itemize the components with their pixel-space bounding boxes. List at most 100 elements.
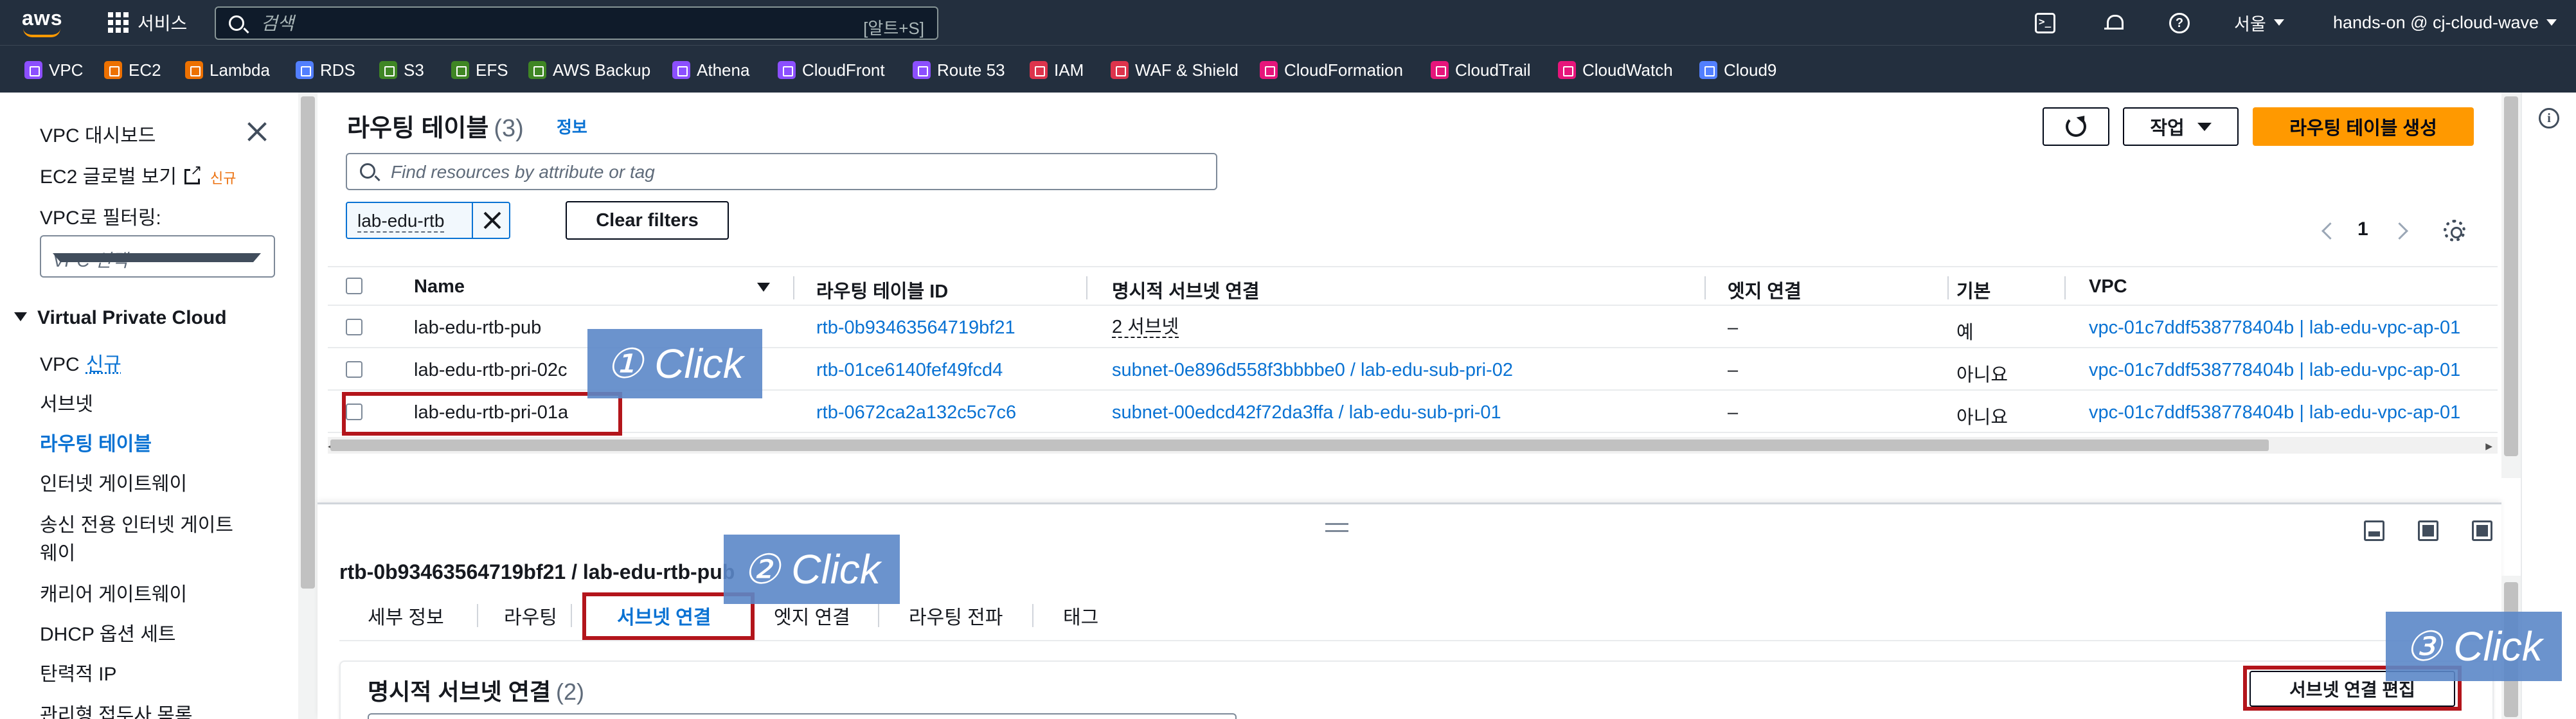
global-search[interactable]: [알트+S]: [215, 6, 938, 40]
favorite-vpc[interactable]: VPC: [24, 60, 83, 80]
column-divider[interactable]: [1704, 276, 1706, 299]
resource-filter[interactable]: [346, 153, 1217, 190]
global-search-input[interactable]: [261, 12, 839, 36]
favorite-route53[interactable]: Route 53: [913, 60, 1005, 80]
table-horizontal-scrollbar[interactable]: ◀ ▶: [328, 437, 2498, 454]
panel-side-icon[interactable]: [2418, 520, 2438, 541]
column-divider[interactable]: [2064, 276, 2066, 299]
column-header-vpc[interactable]: VPC: [2089, 276, 2127, 297]
sidebar-item-internet-gateways[interactable]: 인터넷 게이트웨이: [40, 468, 187, 496]
favorite-aws-backup[interactable]: AWS Backup: [528, 60, 650, 80]
split-panel-resize-handle[interactable]: [1325, 523, 1348, 532]
sort-icon[interactable]: [1054, 283, 1066, 291]
column-header-explicit-subnets[interactable]: 명시적 서브넷 연결: [1112, 276, 1260, 303]
vpc-filter-select[interactable]: VPC 선택: [40, 235, 275, 278]
gear-icon[interactable]: [2444, 220, 2465, 242]
sidebar-item-subnets[interactable]: 서브넷: [40, 388, 93, 416]
column-header-route-table-id[interactable]: 라우팅 테이블 ID: [816, 276, 948, 303]
panel-maximize-icon[interactable]: [2472, 520, 2492, 541]
sidebar-item-elastic-ips[interactable]: 탄력적 IP: [40, 658, 116, 686]
account-menu[interactable]: hands-on @ cj-cloud-wave: [2333, 0, 2557, 45]
favorite-iam[interactable]: IAM: [1030, 60, 1084, 80]
favorite-cloudtrail[interactable]: CloudTrail: [1431, 60, 1531, 80]
sidebar-item-egress-only-igw-wrap[interactable]: 웨이: [40, 537, 75, 565]
table-header: Name 라우팅 테이블 ID 명시적 서브넷 연결 엣지 연결 기본 VPC: [328, 266, 2498, 306]
tab-route-propagation[interactable]: 라우팅 전파: [909, 601, 1003, 630]
explicit-subnets-value[interactable]: 2 서브넷: [1112, 317, 1179, 338]
help-icon[interactable]: ?: [2169, 13, 2190, 33]
route-table-id-link[interactable]: rtb-0672ca2a132c5c7c6: [816, 402, 1016, 423]
refresh-button[interactable]: [2043, 107, 2109, 146]
favorite-s3[interactable]: S3: [379, 60, 424, 80]
tab-routes[interactable]: 라우팅: [504, 601, 557, 630]
vpc-service-icon: [24, 61, 42, 79]
scroll-right-icon[interactable]: ▶: [2485, 441, 2492, 452]
tab-edge-associations[interactable]: 엣지 연결: [774, 601, 850, 630]
explicit-subnets-link[interactable]: subnet-00edcd42f72da3ffa / lab-edu-sub-p…: [1112, 402, 1501, 423]
vpc-link[interactable]: vpc-01c7ddf538778404b | lab-edu-vpc-ap-0…: [2089, 317, 2460, 339]
vpc-link[interactable]: vpc-01c7ddf538778404b | lab-edu-vpc-ap-0…: [2089, 402, 2460, 423]
favorite-waf-shield[interactable]: WAF & Shield: [1111, 60, 1239, 80]
column-header-edge-associations[interactable]: 엣지 연결: [1728, 276, 1802, 303]
favorite-lambda[interactable]: Lambda: [185, 60, 270, 80]
sidebar-item-ec2-global-view[interactable]: EC2 글로벌 보기신규: [40, 161, 237, 189]
notifications-bell-icon[interactable]: [2103, 13, 2124, 33]
sidebar-item-dhcp-option-sets[interactable]: DHCP 옵션 세트: [40, 618, 176, 646]
close-icon[interactable]: [472, 203, 510, 238]
vpc-link[interactable]: vpc-01c7ddf538778404b | lab-edu-vpc-ap-0…: [2089, 360, 2460, 381]
tab-divider: [878, 604, 879, 627]
create-route-table-button[interactable]: 라우팅 테이블 생성: [2253, 107, 2474, 146]
explicit-subnets-link[interactable]: subnet-0e896d558f3bbbbe0 / lab-edu-sub-p…: [1112, 360, 1513, 381]
sidebar-item-egress-only-igw[interactable]: 송신 전용 인터넷 게이트: [40, 509, 233, 537]
row-checkbox[interactable]: [346, 319, 362, 335]
scrollbar-thumb[interactable]: [330, 439, 2269, 451]
favorite-cloudformation[interactable]: CloudFormation: [1260, 60, 1403, 80]
favorite-efs[interactable]: EFS: [451, 60, 508, 80]
sort-desc-icon[interactable]: [757, 283, 770, 292]
actions-button[interactable]: 작업: [2123, 107, 2239, 146]
scrollbar-thumb[interactable]: [301, 96, 315, 589]
sidebar-scrollbar[interactable]: [298, 93, 318, 719]
favorite-athena[interactable]: Athena: [672, 60, 749, 80]
chevron-right-icon[interactable]: [2392, 221, 2409, 244]
column-header-name[interactable]: Name: [414, 276, 465, 297]
favorite-cloudfront[interactable]: CloudFront: [778, 60, 885, 80]
info-link[interactable]: 정보: [557, 114, 587, 138]
panel-bottom-icon[interactable]: [2364, 520, 2384, 541]
route-table-id-link[interactable]: rtb-0b93463564719bf21: [816, 317, 1015, 339]
services-menu-button[interactable]: 서비스: [108, 10, 187, 35]
favorite-rds[interactable]: RDS: [296, 60, 355, 80]
tab-tags[interactable]: 태그: [1063, 601, 1098, 630]
tab-details[interactable]: 세부 정보: [368, 601, 444, 630]
clear-filters-button[interactable]: Clear filters: [566, 201, 729, 240]
page-number[interactable]: 1: [2357, 218, 2368, 242]
scrollbar-thumb[interactable]: [2504, 96, 2518, 456]
subnet-search-input[interactable]: [368, 713, 1237, 719]
favorite-ec2[interactable]: EC2: [104, 60, 161, 80]
select-all-checkbox[interactable]: [346, 278, 362, 294]
row-checkbox[interactable]: [346, 361, 362, 378]
region-selector[interactable]: 서울: [2234, 0, 2284, 45]
column-header-main[interactable]: 기본: [1956, 276, 1990, 303]
sidebar-item-managed-prefix-lists[interactable]: 관리형 접두사 목록: [40, 699, 192, 719]
sidebar-item-route-tables[interactable]: 라우팅 테이블: [40, 428, 152, 456]
cloudshell-icon[interactable]: [2035, 13, 2055, 33]
column-divider[interactable]: [1086, 276, 1087, 299]
sidebar-item-vpc-dashboard[interactable]: VPC 대시보드: [40, 120, 156, 148]
route-table-id-link[interactable]: rtb-01ce6140fef49fcd4: [816, 360, 1003, 381]
sidebar-item-vpc[interactable]: VPC 신규: [40, 348, 121, 377]
info-icon[interactable]: i: [2539, 108, 2559, 129]
close-icon[interactable]: [246, 121, 268, 143]
chevron-left-icon[interactable]: [2319, 221, 2336, 244]
main-vertical-scrollbar[interactable]: [2501, 93, 2521, 478]
favorite-cloud9[interactable]: Cloud9: [1699, 60, 1776, 80]
column-divider[interactable]: [1947, 276, 1949, 299]
favorite-cloudwatch[interactable]: CloudWatch: [1558, 60, 1673, 80]
sidebar-item-carrier-gateways[interactable]: 캐리어 게이트웨이: [40, 578, 187, 607]
caret-down-icon: [2197, 122, 2212, 131]
resource-filter-input[interactable]: [391, 160, 1162, 184]
sidebar-section-vpc[interactable]: Virtual Private Cloud: [14, 307, 227, 329]
aws-logo[interactable]: aws: [19, 5, 71, 40]
sort-icon[interactable]: [2032, 283, 2044, 291]
column-divider[interactable]: [793, 276, 794, 299]
